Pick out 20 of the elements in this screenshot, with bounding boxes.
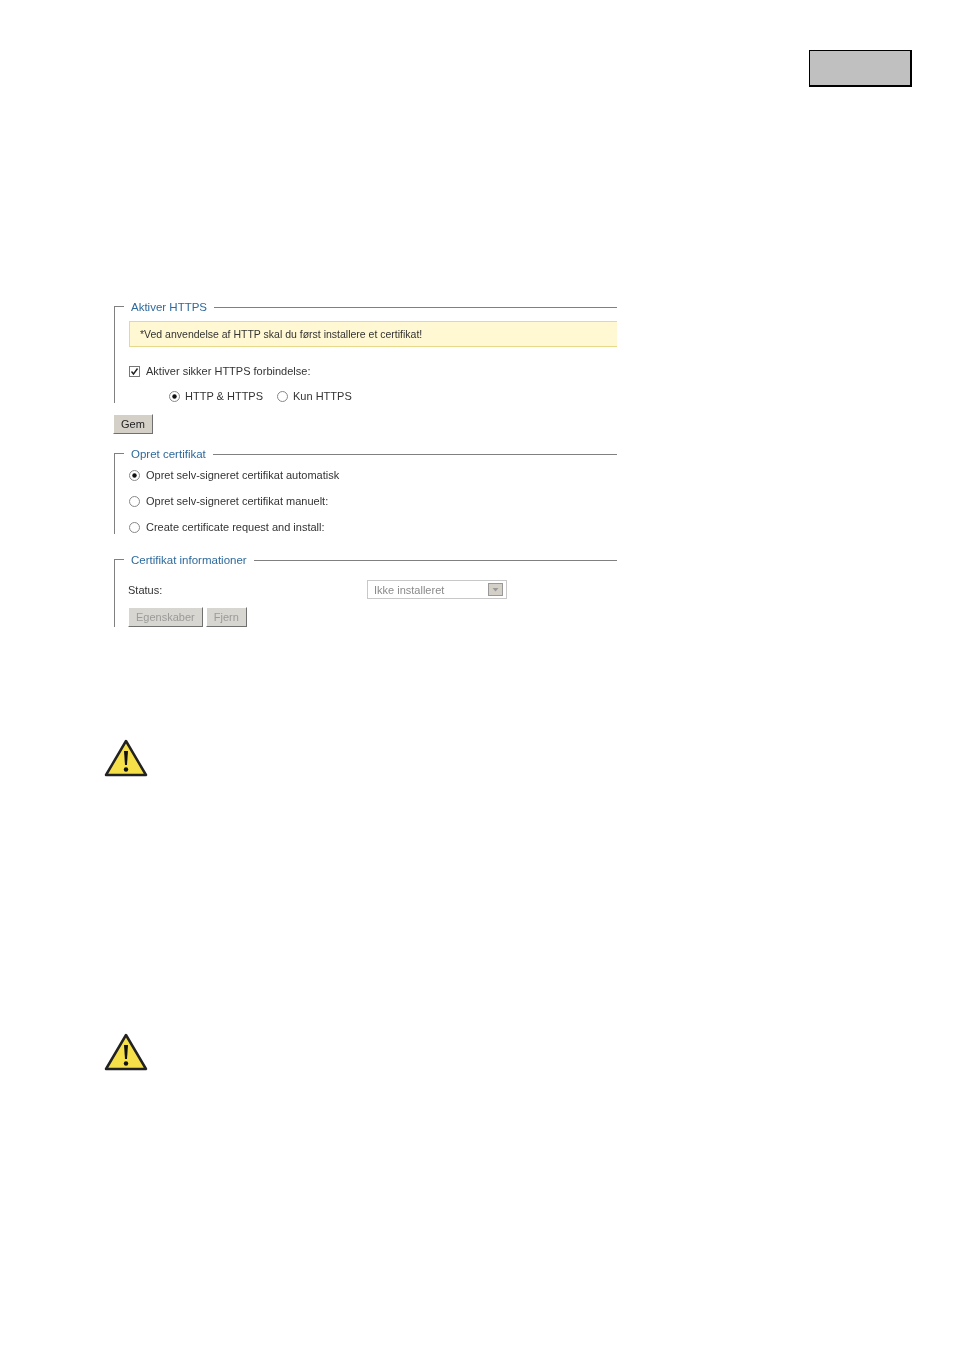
radio-label: HTTP & HTTPS — [185, 390, 264, 402]
field-label: Status: — [128, 583, 164, 596]
warning-icon — [104, 739, 148, 777]
radio-button[interactable] — [129, 469, 140, 481]
save-button[interactable]: Gem — [113, 414, 153, 434]
radio-label: Opret selv-signeret certifikat manuelt: — [146, 495, 329, 507]
section-title: Opret certifikat — [130, 447, 207, 462]
radio-button[interactable] — [129, 495, 140, 507]
checkbox[interactable] — [129, 365, 140, 377]
radio-label: Kun HTTPS — [293, 390, 352, 402]
radio-button[interactable] — [277, 390, 289, 402]
section-title: Aktiver HTTPS — [130, 300, 209, 315]
radio-label: Create certificate request and install: — [146, 521, 325, 533]
notice-banner: *Ved anvendelse af HTTP skal du først installere et certifikat! — [129, 321, 617, 347]
radio-button[interactable] — [129, 521, 140, 533]
radio-label: Opret selv-signeret certifikat automatisk — [146, 469, 340, 481]
radio-button[interactable] — [169, 390, 180, 402]
warning-icon — [104, 1033, 148, 1071]
section-title: Certifikat informationer — [130, 553, 248, 568]
checkbox-label: Aktiver sikker HTTPS forbindelse: — [146, 365, 311, 377]
